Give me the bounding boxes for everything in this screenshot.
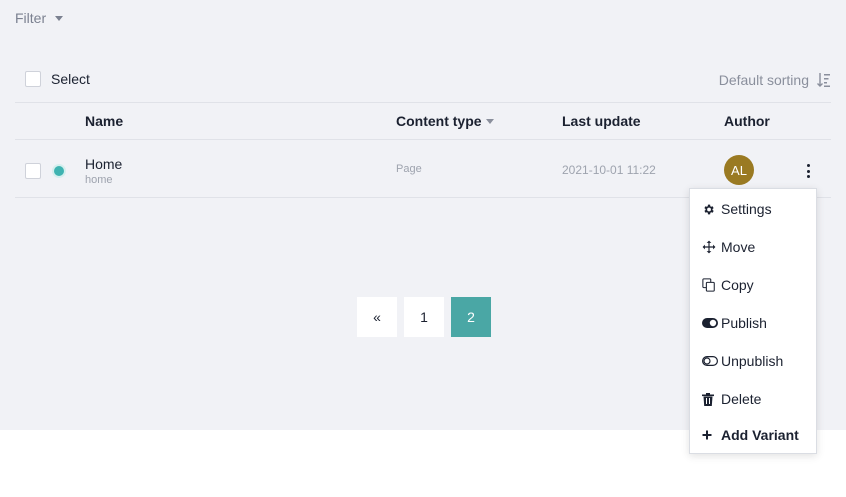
move-icon	[702, 240, 720, 254]
status-indicator	[54, 166, 64, 176]
menu-item-unpublish[interactable]: Unpublish	[690, 349, 816, 373]
gear-icon	[702, 202, 720, 216]
toggle-off-icon	[702, 354, 720, 368]
menu-item-delete[interactable]: Delete	[690, 387, 816, 411]
row-name[interactable]: Home	[85, 156, 122, 172]
avatar: AL	[724, 155, 754, 185]
row-context-menu: Settings Move Copy Publish Unpublish Del…	[689, 188, 817, 454]
row-slug: home	[85, 174, 113, 186]
menu-item-label: Move	[721, 239, 756, 255]
menu-item-publish[interactable]: Publish	[690, 311, 816, 335]
column-header-author[interactable]: Author	[724, 113, 770, 129]
column-header-last-update[interactable]: Last update	[562, 113, 641, 129]
toggle-on-icon	[702, 316, 720, 330]
menu-item-label: Settings	[721, 201, 772, 217]
select-all-label: Select	[51, 71, 90, 87]
menu-item-move[interactable]: Move	[690, 235, 816, 259]
row-checkbox[interactable]	[25, 163, 41, 179]
row-content-type: Page	[396, 163, 422, 175]
copy-icon	[702, 278, 720, 292]
column-header-name[interactable]: Name	[85, 113, 123, 129]
pagination-page-2[interactable]: 2	[451, 297, 491, 337]
sorting-label: Default sorting	[718, 72, 809, 88]
menu-item-copy[interactable]: Copy	[690, 273, 816, 297]
chevron-down-icon	[485, 118, 494, 124]
select-all-checkbox[interactable]	[25, 71, 41, 87]
menu-item-add-variant[interactable]: Add Variant	[690, 423, 816, 447]
menu-item-label: Delete	[721, 391, 762, 407]
trash-icon	[702, 392, 720, 406]
plus-icon	[702, 428, 720, 442]
menu-item-label: Publish	[721, 315, 767, 331]
select-all[interactable]: Select	[25, 71, 90, 87]
menu-item-settings[interactable]: Settings	[690, 197, 816, 221]
column-header-content-type-label: Content type	[396, 113, 482, 129]
menu-item-label: Unpublish	[721, 353, 784, 369]
column-header-content-type[interactable]: Content type	[396, 113, 494, 129]
sorting-control[interactable]: Default sorting	[719, 72, 831, 88]
chevron-down-icon	[55, 15, 64, 21]
filter-label: Filter	[15, 10, 47, 26]
sort-icon	[817, 73, 830, 87]
more-options-icon[interactable]	[800, 162, 816, 180]
pagination-page-1[interactable]: 1	[404, 297, 444, 337]
pagination-prev-button[interactable]: «	[357, 297, 397, 337]
row-last-update: 2021-10-01 11:22	[562, 163, 656, 177]
menu-item-label: Add Variant	[721, 427, 799, 443]
filter-dropdown[interactable]: Filter	[15, 10, 64, 26]
pagination: « 1 2	[357, 297, 498, 337]
menu-item-label: Copy	[721, 277, 754, 293]
divider	[15, 102, 831, 103]
